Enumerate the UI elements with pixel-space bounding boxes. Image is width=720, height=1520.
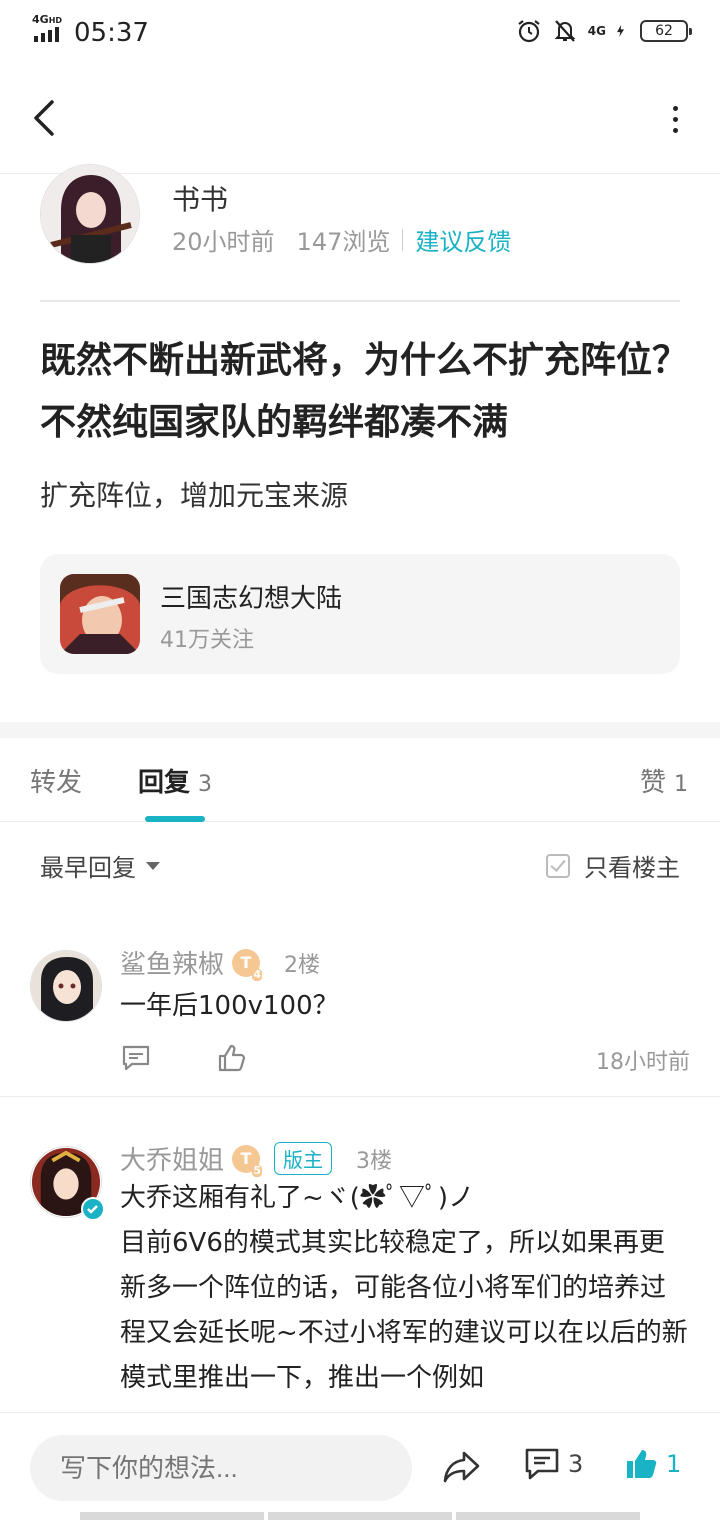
game-icon xyxy=(60,574,140,654)
commenter-avatar[interactable] xyxy=(30,1146,105,1221)
thumbs-up-icon[interactable] xyxy=(216,1042,248,1074)
more-options-icon[interactable] xyxy=(670,106,680,136)
author-avatar[interactable] xyxy=(40,164,140,264)
network-type: 4GHD xyxy=(32,13,63,26)
commenter-name[interactable]: 大乔姐姐 xyxy=(120,1140,224,1177)
back-icon[interactable] xyxy=(30,98,60,138)
comment-icon xyxy=(525,1448,559,1480)
view-count: 147浏览 xyxy=(296,228,391,256)
home-indicator xyxy=(80,1512,640,1520)
section-separator xyxy=(0,722,720,738)
alarm-icon xyxy=(518,20,540,43)
game-card[interactable]: 三国志幻想大陆 41万关注 xyxy=(40,554,680,674)
checkbox-icon[interactable] xyxy=(546,853,570,878)
comment-time: 18小时前 xyxy=(596,1050,690,1075)
tab-forward[interactable]: 转发 xyxy=(30,762,82,799)
battery-icon: 62 xyxy=(640,20,692,42)
mobile-data-icon: 4G xyxy=(587,24,606,38)
category-link[interactable]: 建议反馈 xyxy=(415,222,511,257)
author-name[interactable]: 书书 xyxy=(172,178,228,218)
comment-button[interactable]: 3 xyxy=(524,1447,583,1481)
only-host-toggle[interactable]: 只看楼主 xyxy=(546,848,680,883)
signal-icon xyxy=(34,27,59,42)
comment-input[interactable] xyxy=(30,1435,412,1501)
reply-count: 3 xyxy=(198,772,213,797)
like-count: 1 xyxy=(674,772,688,797)
post-title: 既然不断出新武将，为什么不扩充阵位？不然纯国家队的羁绊都凑不满 xyxy=(40,340,689,443)
comment-text: 一年后100v100？ xyxy=(120,991,339,1021)
clock: 05:37 xyxy=(74,18,149,48)
tab-reply[interactable]: 回复 3 xyxy=(138,762,212,799)
game-followers: 41万关注 xyxy=(160,628,254,653)
mute-bell-icon xyxy=(554,20,576,42)
sort-dropdown[interactable]: 最早回复 xyxy=(40,848,160,883)
post-time: 20小时前 xyxy=(172,228,275,256)
level-badge: T4 xyxy=(232,948,263,981)
comment-text: 大乔这厢有礼了~ヾ(✿ﾟ▽ﾟ)ノ 目前6V6的模式其实比较稳定了，所以如果再更新… xyxy=(120,1183,688,1393)
commenter-avatar[interactable] xyxy=(30,950,102,1022)
share-icon[interactable] xyxy=(442,1449,482,1485)
thumbs-up-icon xyxy=(627,1450,657,1478)
status-bar: 4GHD 05:37 4G 62 xyxy=(0,0,720,64)
post-meta: 20小时前 147浏览 建议反馈 xyxy=(172,222,511,257)
floor-number: 3楼 xyxy=(356,1148,393,1174)
game-name: 三国志幻想大陆 xyxy=(160,584,343,614)
divider xyxy=(40,300,680,302)
floor-number: 2楼 xyxy=(284,952,321,978)
divider xyxy=(0,1096,720,1097)
commenter-name[interactable]: 鲨鱼辣椒 xyxy=(120,944,224,981)
moderator-badge: 版主 xyxy=(274,1142,333,1175)
tab-like[interactable]: 赞1 xyxy=(640,762,688,799)
level-badge: T5 xyxy=(232,1144,263,1177)
caret-down-icon xyxy=(146,861,160,870)
post-body: 扩充阵位，增加元宝来源 xyxy=(40,479,349,512)
tab-bar: 转发 回复 3 赞1 xyxy=(0,738,720,822)
bottom-bar: 3 1 xyxy=(0,1412,720,1520)
charging-icon xyxy=(617,25,625,37)
verified-icon xyxy=(81,1197,105,1221)
reply-icon[interactable] xyxy=(120,1042,152,1074)
tab-indicator xyxy=(145,816,205,822)
like-button[interactable]: 1 xyxy=(624,1447,681,1481)
top-nav xyxy=(0,64,720,174)
